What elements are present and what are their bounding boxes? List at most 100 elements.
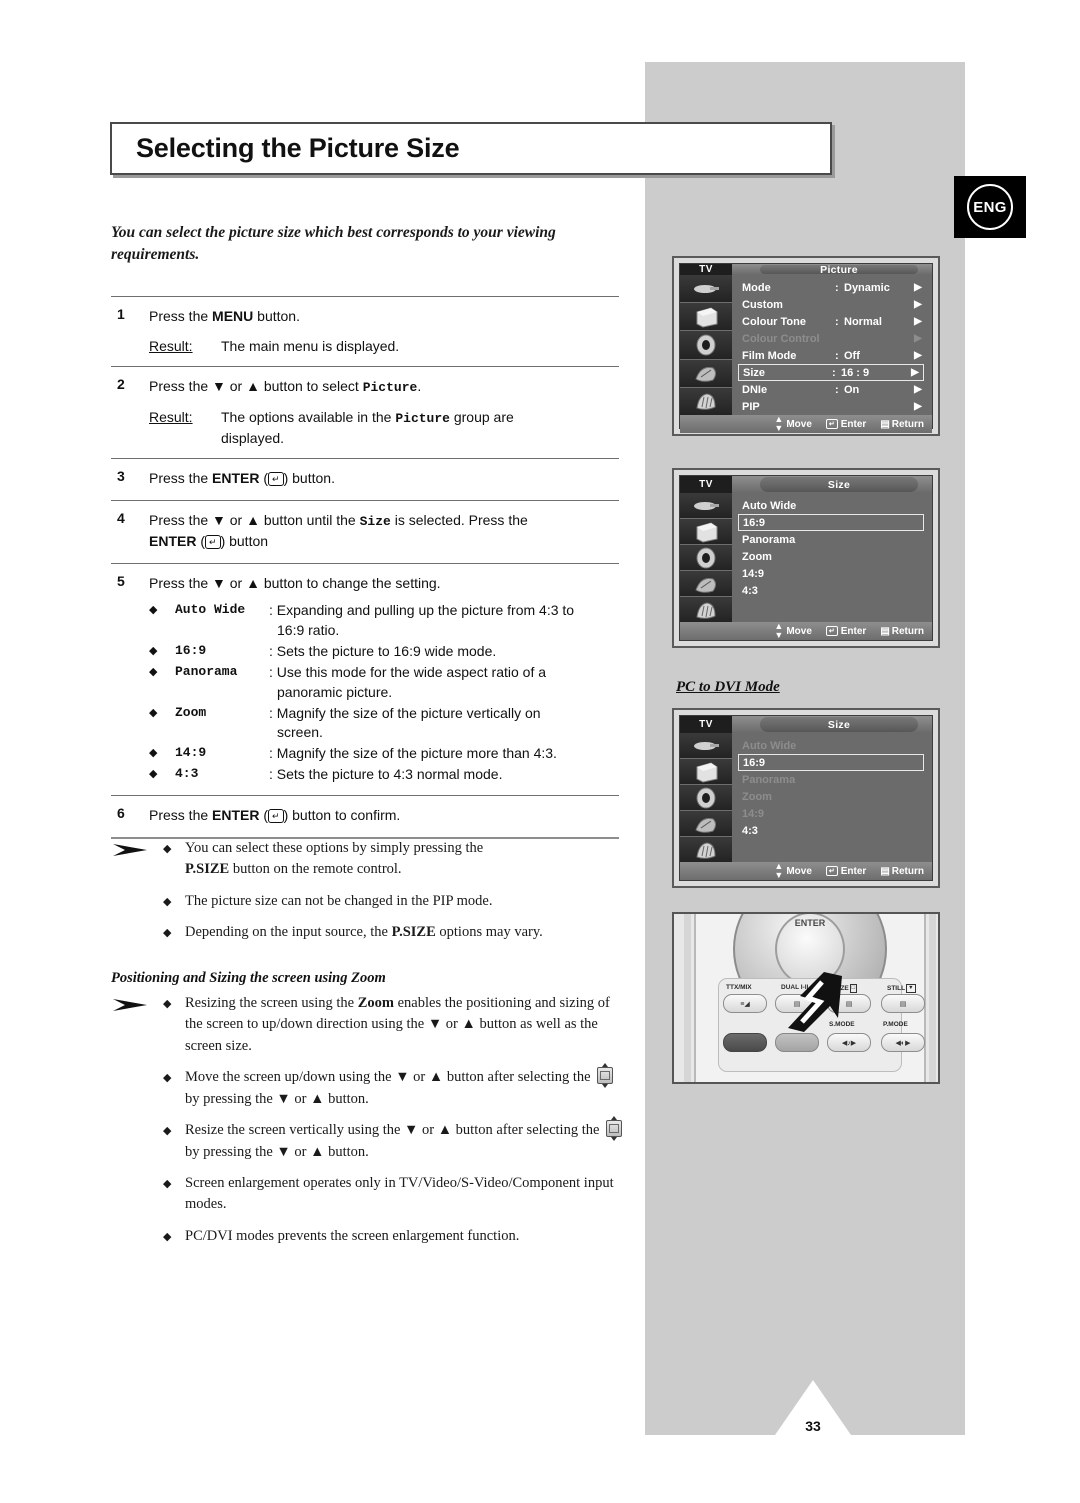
secondary-button[interactable] <box>775 1033 819 1052</box>
sound-icon[interactable] <box>680 785 732 811</box>
option-desc: : Magnify the size of the picture vertic… <box>269 704 619 744</box>
osd-footer: ▲ ▼ Move ↵ Enter ▤ Return <box>680 415 932 433</box>
size-option-item: ◆ 14:9 : Magnify the size of the picture… <box>149 744 619 764</box>
input-source-icon[interactable] <box>680 493 732 519</box>
osd-row-label: 16:9 <box>743 756 766 769</box>
step-text-c: ( <box>196 533 206 550</box>
osd-return-hint: ▤ Return <box>880 419 924 430</box>
picture-icon[interactable] <box>680 519 732 545</box>
osd-row[interactable]: PIP ▶ <box>742 398 926 415</box>
osd-row[interactable]: Panorama <box>742 531 926 548</box>
note-item: ◆ You can select these options by simply… <box>163 838 631 881</box>
step-number: 6 <box>117 805 125 822</box>
step-number: 3 <box>117 467 125 484</box>
step-text-c: ) button to confirm. <box>283 807 401 824</box>
psize-button[interactable]: ▤ <box>827 994 871 1013</box>
size-option-item: ◆ Zoom : Magnify the size of the picture… <box>149 704 619 744</box>
osd-row[interactable]: Film Mode: Off ▶ <box>742 347 926 364</box>
pmode-label: P.MODE <box>883 1021 908 1028</box>
osd-row[interactable]: Zoom <box>742 548 926 565</box>
note-text-a: Move the screen up/down using the ▼ or ▲… <box>185 1069 595 1086</box>
input-source-icon[interactable] <box>680 275 732 304</box>
osd-row-selected[interactable]: Size:16 : 9 ▶ <box>738 364 924 381</box>
special-icon[interactable] <box>680 837 732 862</box>
input-source-icon[interactable] <box>680 733 732 759</box>
note-item: ◆ Depending on the input source, the P.S… <box>163 922 631 943</box>
osd-row-selected[interactable]: 16:9 <box>738 754 924 771</box>
steps-table: 1 Press the MENU button. Result: The mai… <box>111 296 619 840</box>
osd-row-list: Auto Wide 16:9 Panorama Zoom 14:9 4:3 <box>732 493 932 622</box>
osd-row[interactable]: 4:3 <box>742 582 926 599</box>
step-body: Press the ▼ or ▲ button until the Size i… <box>149 510 619 555</box>
language-badge: ENG <box>954 176 1026 238</box>
osd-row-label: PIP <box>742 400 760 413</box>
option-name: Auto Wide <box>175 602 246 618</box>
sound-icon[interactable] <box>680 545 732 571</box>
osd-row-disabled: Colour Control ▶ <box>742 330 926 347</box>
osd-row[interactable]: 4:3 <box>742 822 926 839</box>
osd-row[interactable]: Auto Wide <box>742 497 926 514</box>
step-result: Result: The options available in the Pic… <box>149 407 619 449</box>
dual-label: DUAL I-II <box>781 984 809 991</box>
size-option-item: ◆ Panorama : Use this mode for the wide … <box>149 663 619 703</box>
picture-icon[interactable] <box>680 759 732 785</box>
teletext-button[interactable] <box>723 1033 767 1052</box>
osd-header: TV Picture <box>680 264 932 276</box>
result-label: Result: <box>149 408 193 425</box>
result-text-c: displayed. <box>221 430 285 447</box>
size-option-list: ◆ Auto Wide : Expanding and pulling up t… <box>149 601 619 785</box>
osd-row-disabled: Zoom <box>742 788 926 805</box>
pmode-button[interactable]: ◀◐▶ <box>881 1033 925 1052</box>
setup-icon[interactable] <box>680 811 732 837</box>
step-text-tail: . <box>417 378 422 394</box>
osd-row[interactable]: Colour Tone: Normal ▶ <box>742 313 926 330</box>
result-text-a: The options available in the <box>221 408 396 425</box>
pc-to-dvi-heading: PC to DVI Mode <box>676 679 780 695</box>
still-button[interactable]: ▤ <box>881 994 925 1013</box>
size-option-item: ◆ 16:9 : Sets the picture to 16:9 wide m… <box>149 642 619 662</box>
option-desc-line2: 16:9 ratio. <box>277 622 340 639</box>
result-text-b: group are <box>449 408 514 425</box>
osd-row-selected[interactable]: 16:9 <box>738 514 924 531</box>
enter-symbol-icon: ↵ <box>825 866 838 876</box>
enter-button[interactable]: ENTER <box>775 914 845 986</box>
step-text-a: Press the <box>149 807 213 824</box>
note-text-b: by pressing the ▼ or ▲ button. <box>185 1143 369 1160</box>
zoom-subheading: Positioning and Sizing the screen using … <box>111 969 386 986</box>
psize-key: P.SIZE <box>185 861 230 878</box>
osd-title: Size <box>760 477 918 492</box>
picture-icon[interactable] <box>680 303 732 332</box>
smode-button[interactable]: ◀♪▶ <box>827 1033 871 1052</box>
note-block-1: ◆ You can select these options by simply… <box>111 838 631 954</box>
osd-row[interactable]: Mode: Dynamic ▶ <box>742 279 926 296</box>
osd-row-colon: : <box>835 281 839 294</box>
step-text-b: ( <box>259 469 269 486</box>
up-down-arrows-icon: ▲ ▼ <box>774 861 784 880</box>
setup-icon[interactable] <box>680 359 732 388</box>
osd-enter-hint: ↵ Enter <box>825 866 866 877</box>
option-desc: : Expanding and pulling up the picture f… <box>269 601 619 641</box>
osd-row-list: Auto Wide 16:9 Panorama Zoom 14:9 4:3 <box>732 733 932 862</box>
osd-source-label: TV <box>680 716 732 733</box>
osd-row[interactable]: 14:9 <box>742 565 926 582</box>
osd-row-label: 16:9 <box>743 516 766 529</box>
osd-enter-hint: ↵ Enter <box>825 419 866 430</box>
osd-row[interactable]: Custom ▶ <box>742 296 926 313</box>
sound-icon[interactable] <box>680 331 732 360</box>
return-menu-icon: ▤ <box>880 418 890 430</box>
special-icon[interactable] <box>680 597 732 622</box>
note-text: Depending on the input source, the P.SIZ… <box>185 922 631 943</box>
resize-screen-icon <box>606 1120 623 1138</box>
osd-enter-label: Enter <box>840 625 867 637</box>
special-icon[interactable] <box>680 387 732 416</box>
note-text-a: Depending on the input source, the <box>185 924 392 941</box>
ttxmix-button[interactable]: ≡◢ <box>723 994 767 1013</box>
osd-row[interactable]: DNIe: On ▶ <box>742 381 926 398</box>
setup-icon[interactable] <box>680 571 732 597</box>
osd-row-label: Colour Control <box>742 332 820 345</box>
dual-button[interactable]: ▤ <box>775 994 819 1013</box>
return-menu-icon: ▤ <box>880 625 890 637</box>
note-text-b: button on the remote control. <box>229 861 402 878</box>
note-list: ◆ You can select these options by simply… <box>163 838 631 954</box>
osd-row-label: Panorama <box>742 533 796 546</box>
